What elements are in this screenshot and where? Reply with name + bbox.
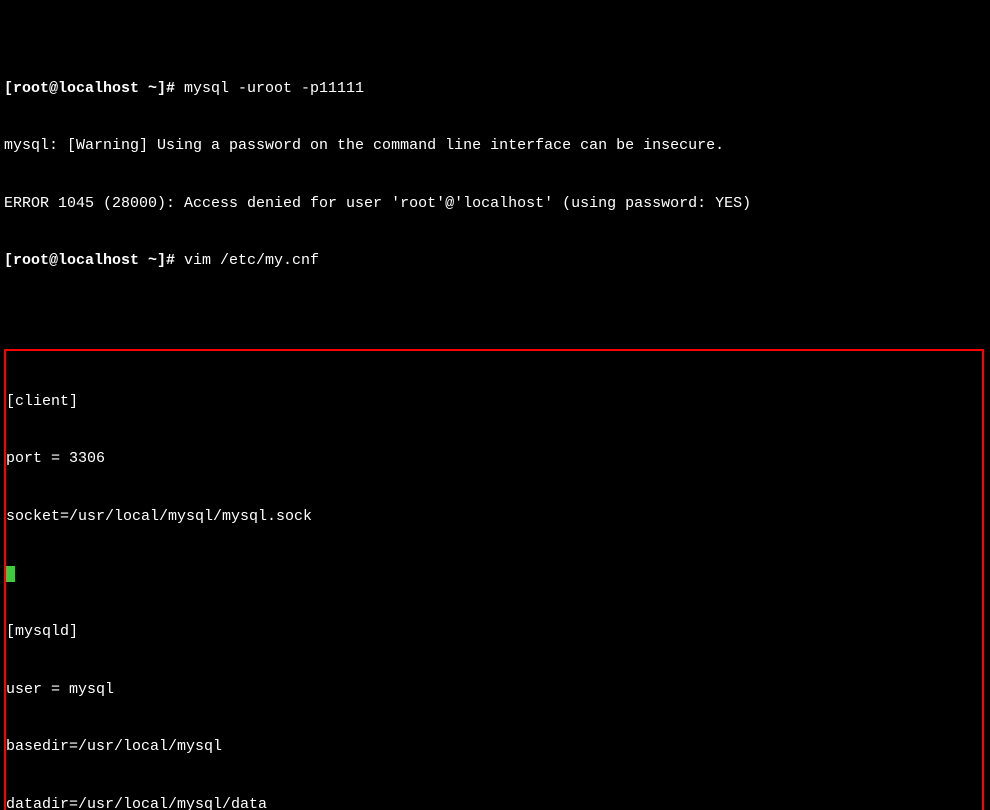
shell-prompt: [root@localhost ~]# — [4, 252, 175, 269]
config-line: user = mysql — [6, 680, 982, 699]
shell-command: vim /etc/my.cnf — [175, 252, 319, 269]
terminal-line: [root@localhost ~]# mysql -uroot -p11111 — [4, 79, 986, 98]
terminal-window[interactable]: [root@localhost ~]# mysql -uroot -p11111… — [0, 0, 990, 810]
editor-cursor — [6, 566, 15, 582]
shell-prompt: [root@localhost ~]# — [4, 80, 175, 97]
config-line: [client] — [6, 392, 982, 411]
config-line: [mysqld] — [6, 622, 982, 641]
terminal-line: mysql: [Warning] Using a password on the… — [4, 136, 986, 155]
terminal-line: [root@localhost ~]# vim /etc/my.cnf — [4, 251, 986, 270]
shell-command: mysql -uroot -p11111 — [175, 80, 364, 97]
config-line: port = 3306 — [6, 449, 982, 468]
terminal-line: ERROR 1045 (28000): Access denied for us… — [4, 194, 986, 213]
config-line: socket=/usr/local/mysql/mysql.sock — [6, 507, 982, 526]
config-line — [6, 564, 982, 583]
config-line: datadir=/usr/local/mysql/data — [6, 795, 982, 810]
config-line: basedir=/usr/local/mysql — [6, 737, 982, 756]
config-file-content: [client] port = 3306 socket=/usr/local/m… — [4, 349, 984, 810]
